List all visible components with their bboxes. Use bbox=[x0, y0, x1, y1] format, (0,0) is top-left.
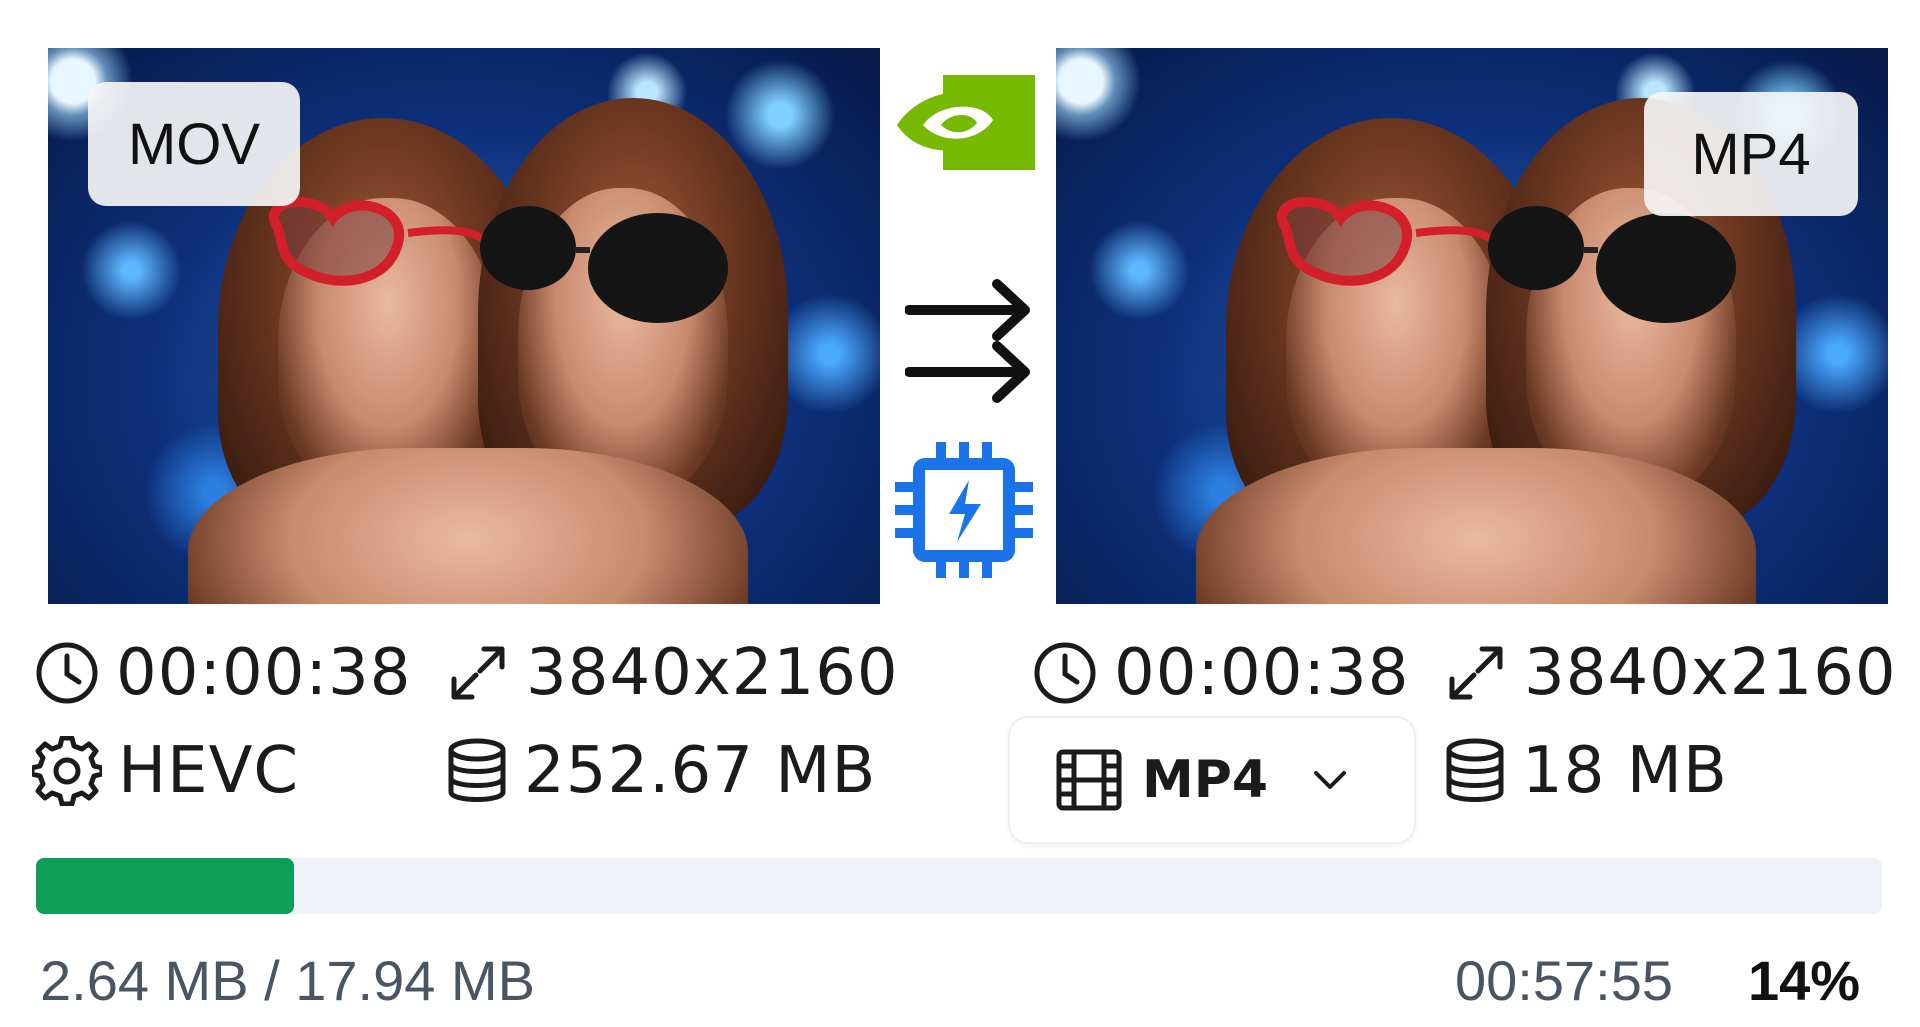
source-duration-value: 00:00:38 bbox=[116, 636, 412, 710]
output-format-select-label: MP4 bbox=[1142, 750, 1269, 810]
gear-icon bbox=[32, 736, 102, 806]
cpu-bolt-icon bbox=[895, 442, 1033, 578]
output-size: 18 MB bbox=[1444, 734, 1728, 808]
output-format-select[interactable]: MP4 bbox=[1008, 716, 1416, 844]
resize-icon bbox=[1449, 646, 1503, 700]
conversion-progress-fill bbox=[36, 858, 295, 914]
source-resolution-value: 3840x2160 bbox=[526, 636, 899, 710]
source-duration: 00:00:38 bbox=[34, 636, 411, 710]
source-size: 252.67 MB bbox=[446, 734, 876, 808]
output-video-thumbnail: MP4 bbox=[1056, 48, 1888, 604]
source-size-value: 252.67 MB bbox=[524, 734, 877, 808]
output-duration: 00:00:38 bbox=[1032, 636, 1409, 710]
clock-icon bbox=[36, 642, 98, 704]
time-remaining: 00:57:55 bbox=[1455, 949, 1673, 1012]
database-icon bbox=[1446, 738, 1504, 802]
chevron-down-icon bbox=[1314, 771, 1347, 789]
output-format-badge: MP4 bbox=[1644, 92, 1858, 216]
output-duration-value: 00:00:38 bbox=[1114, 636, 1410, 710]
database-icon bbox=[448, 738, 506, 802]
nvidia-logo bbox=[897, 75, 1035, 170]
double-arrow-icon bbox=[905, 279, 1030, 403]
source-codec-value: HEVC bbox=[118, 734, 300, 808]
output-resolution: 3840x2160 bbox=[1444, 636, 1897, 710]
output-resolution-value: 3840x2160 bbox=[1524, 636, 1897, 710]
sunglasses-image bbox=[269, 197, 728, 323]
source-format-badge: MOV bbox=[88, 82, 300, 206]
source-resolution: 3840x2160 bbox=[446, 636, 899, 710]
source-codec: HEVC bbox=[32, 734, 299, 808]
resize-icon bbox=[451, 646, 505, 700]
source-video-thumbnail: MOV bbox=[48, 48, 880, 604]
output-size-value: 18 MB bbox=[1522, 734, 1728, 808]
conversion-progress-bar bbox=[36, 858, 1882, 914]
bytes-progress: 2.64 MB / 17.94 MB bbox=[40, 949, 535, 1012]
clock-icon bbox=[1034, 642, 1096, 704]
film-icon bbox=[1056, 749, 1122, 811]
progress-percent: 14% bbox=[1748, 949, 1861, 1012]
